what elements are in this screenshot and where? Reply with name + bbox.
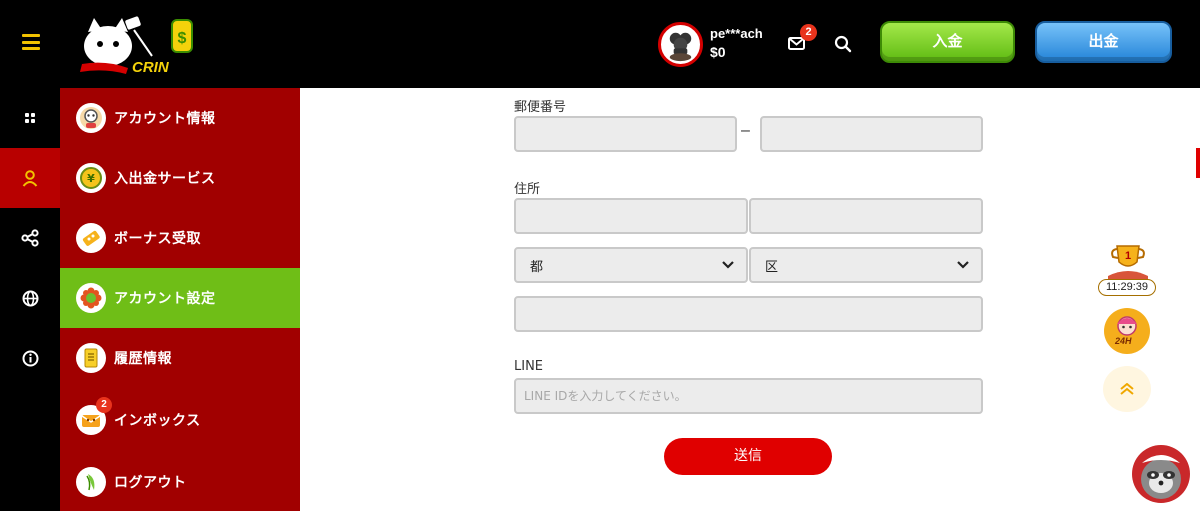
menu-item-inbox[interactable]: 2 インボックス bbox=[60, 390, 300, 450]
menu-item-logout[interactable]: ログアウト bbox=[60, 452, 300, 512]
icon-rail bbox=[0, 88, 60, 511]
menu-label-bonus: ボーナス受取 bbox=[114, 231, 201, 247]
address-detail-input[interactable] bbox=[514, 296, 983, 332]
line-id-input[interactable] bbox=[514, 378, 983, 414]
deposit-button[interactable]: 入金 bbox=[880, 21, 1015, 63]
ward-value: 区 bbox=[765, 259, 779, 275]
rail-item-home[interactable] bbox=[0, 88, 60, 148]
withdraw-button[interactable]: 出金 bbox=[1035, 21, 1172, 63]
menu-label-inbox: インボックス bbox=[114, 413, 201, 429]
prefecture-select[interactable]: 都 bbox=[514, 247, 748, 283]
info-icon bbox=[22, 350, 38, 366]
user-avatar[interactable] bbox=[658, 22, 703, 67]
postal-code-second-input[interactable] bbox=[760, 116, 983, 152]
postal-code-first-input[interactable] bbox=[514, 116, 737, 152]
svg-text:¥: ¥ bbox=[87, 172, 95, 185]
inbox-badge: 2 bbox=[96, 397, 112, 413]
gear-flower-icon bbox=[76, 283, 106, 313]
logo-text: CRIN bbox=[132, 59, 170, 76]
scroll-to-top-button[interactable] bbox=[1103, 366, 1151, 412]
share-icon bbox=[21, 229, 39, 247]
menu-label-account-settings: アカウント設定 bbox=[114, 291, 216, 307]
prefecture-value: 都 bbox=[530, 259, 544, 275]
search-icon[interactable] bbox=[834, 35, 852, 53]
site-logo[interactable]: $ CRIN bbox=[76, 12, 196, 76]
postal-code-separator: – bbox=[741, 122, 750, 139]
profile-avatar-icon bbox=[76, 103, 106, 133]
double-chevron-up-icon bbox=[1120, 383, 1134, 395]
logout-icon bbox=[76, 467, 106, 497]
trophy-icon[interactable]: 1 bbox=[1106, 242, 1150, 282]
menu-item-history[interactable]: 履歴情報 bbox=[60, 328, 300, 388]
top-header: $ CRIN pe***ach $0 2 入金 出金 bbox=[0, 0, 1200, 88]
address-line2-input[interactable] bbox=[749, 198, 983, 234]
address-label: 住所 bbox=[514, 182, 541, 197]
ward-select[interactable]: 区 bbox=[749, 247, 983, 283]
balance: $0 bbox=[710, 44, 726, 60]
grid-icon bbox=[25, 113, 35, 123]
globe-icon bbox=[22, 290, 38, 306]
rail-item-language[interactable] bbox=[0, 268, 60, 328]
account-menu: アカウント情報 ¥ 入出金サービス ボーナス受取 アカウント設定 履歴情報 2 … bbox=[60, 88, 300, 511]
menu-label-logout: ログアウト bbox=[114, 475, 187, 491]
menu-item-account-info[interactable]: アカウント情報 bbox=[60, 88, 300, 148]
line-label: LINE bbox=[514, 359, 544, 374]
support-24h-label: 24H bbox=[1115, 336, 1132, 346]
submit-button[interactable]: 送信 bbox=[664, 438, 832, 475]
menu-label-account-info: アカウント情報 bbox=[114, 111, 216, 127]
ticket-icon bbox=[76, 223, 106, 253]
support-24h-button[interactable] bbox=[1104, 308, 1150, 354]
menu-item-payment-service[interactable]: ¥ 入出金サービス bbox=[60, 148, 300, 208]
menu-item-bonus[interactable]: ボーナス受取 bbox=[60, 208, 300, 268]
username: pe***ach bbox=[710, 26, 763, 41]
menu-label-payment-service: 入出金サービス bbox=[114, 171, 216, 187]
menu-label-history: 履歴情報 bbox=[114, 351, 172, 367]
support-agent-icon bbox=[1117, 316, 1137, 336]
mail-badge: 2 bbox=[800, 24, 817, 41]
document-icon bbox=[76, 343, 106, 373]
hamburger-menu-icon[interactable] bbox=[22, 34, 40, 50]
yen-coin-icon: ¥ bbox=[76, 163, 106, 193]
user-icon bbox=[22, 170, 38, 187]
rail-item-info[interactable] bbox=[0, 328, 60, 388]
menu-item-account-settings[interactable]: アカウント設定 bbox=[60, 268, 300, 328]
svg-text:$: $ bbox=[178, 30, 187, 47]
svg-text:1: 1 bbox=[1125, 250, 1131, 262]
inbox-icon: 2 bbox=[76, 397, 112, 435]
rail-item-account[interactable] bbox=[0, 148, 60, 208]
chevron-down-icon bbox=[957, 261, 969, 269]
rail-item-share[interactable] bbox=[0, 208, 60, 268]
address-line1-input[interactable] bbox=[514, 198, 748, 234]
postal-code-label: 郵便番号 bbox=[514, 100, 567, 115]
event-timer: 11:29:39 bbox=[1098, 279, 1156, 296]
scrollbar-thumb[interactable] bbox=[1196, 148, 1200, 178]
raccoon-mascot-chat-icon[interactable] bbox=[1132, 445, 1190, 503]
chevron-down-icon bbox=[722, 261, 734, 269]
